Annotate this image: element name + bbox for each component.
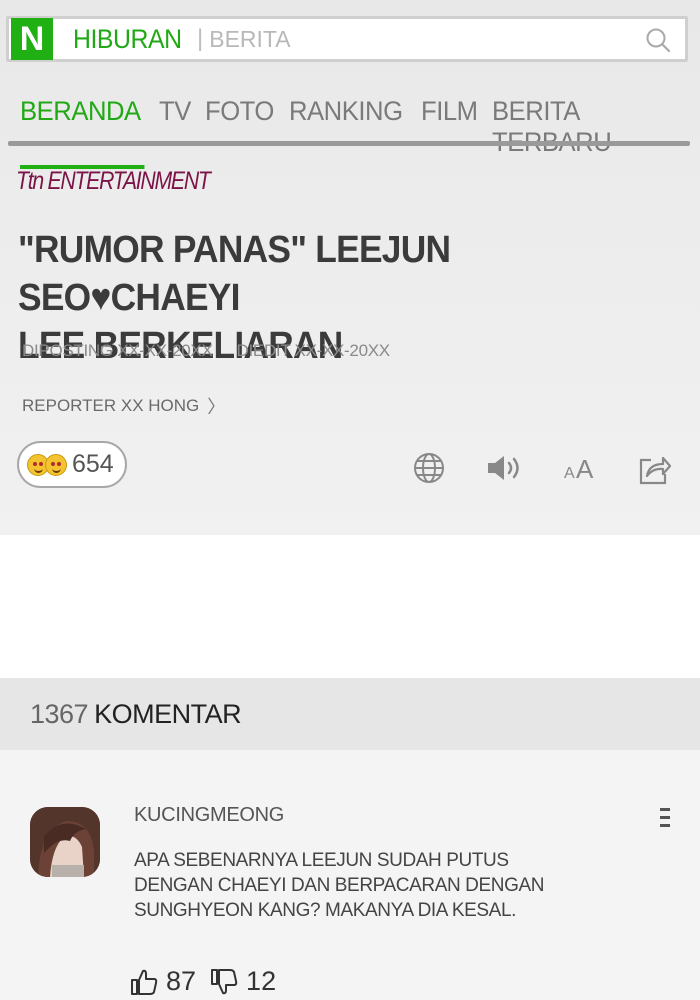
like-count: 87 (166, 966, 197, 996)
globe-icon[interactable] (413, 452, 445, 484)
posted-date: DIPOSTING XX-XX-20XX (22, 341, 213, 360)
edited-date: DIEDIT XX-XX-20XX (236, 341, 391, 360)
nav-divider (8, 141, 690, 146)
section-label[interactable]: BERITA (209, 26, 290, 53)
comment-count: 1367 (30, 698, 89, 729)
tab-tv[interactable]: TV (159, 96, 191, 168)
search-bar[interactable]: N HIBURAN | BERITA (6, 16, 688, 62)
tab-ranking[interactable]: RANKING (289, 96, 403, 168)
comment-username[interactable]: KUCINGMEONG (134, 804, 284, 827)
comment-line-1: APA SEBENARNYA LEEJUN SUDAH PUTUS (134, 850, 509, 871)
logo[interactable]: N (11, 18, 53, 60)
thumbs-up-icon[interactable] (130, 968, 158, 996)
comment-list: KUCINGMEONG APA SEBENARNYA LEEJUN SUDAH … (0, 750, 700, 1000)
more-options-icon[interactable] (660, 808, 670, 832)
article-header-area: N HIBURAN | BERITA BERANDA TV FOTO RANKI… (0, 0, 700, 535)
thumbs-down-icon[interactable] (210, 968, 238, 996)
share-icon[interactable] (638, 452, 672, 486)
reporter-name: REPORTER XX HONG (22, 396, 200, 415)
divider: | (197, 25, 204, 52)
svg-text:A: A (576, 454, 594, 484)
reporter-link[interactable]: REPORTER XX HONG 〉 (22, 393, 225, 419)
article-actions: A A (0, 452, 700, 492)
comment-votes: 87 12 (130, 966, 290, 997)
comment-text: APA SEBENARNYA LEEJUN SUDAH PUTUS DENGAN… (134, 848, 604, 923)
category-nav: BERANDA TV FOTO RANKING FILM BERITA TERB… (20, 96, 700, 169)
user-avatar-image (30, 807, 100, 877)
comment-line-2: DENGAN CHAEYI DAN BERPACARAN DENGAN (134, 875, 545, 896)
tab-film[interactable]: FILM (421, 96, 478, 168)
tab-foto[interactable]: FOTO (205, 96, 274, 168)
avatar[interactable] (30, 807, 100, 877)
outlet-name[interactable]: Ttn ENTERTAINMENT (16, 167, 211, 196)
tab-beranda[interactable]: BERANDA (20, 96, 145, 169)
search-icon[interactable] (645, 27, 671, 53)
svg-text:A: A (564, 465, 575, 482)
comment-line-3: SUNGHYEON KANG? MAKANYA DIA KESAL. (134, 900, 517, 921)
content-area (0, 535, 700, 678)
chevron-right-icon: 〉 (207, 397, 226, 417)
tab-berita-terbaru[interactable]: BERITA TERBARU (492, 96, 689, 168)
font-size-icon[interactable]: A A (563, 452, 597, 484)
speaker-icon[interactable] (486, 452, 524, 484)
headline-line-1: "RUMOR PANAS" LEEJUN SEO♥CHAEYI (18, 229, 451, 319)
comments-label: KOMENTAR (94, 698, 242, 729)
dislike-count: 12 (246, 966, 277, 996)
comments-header: 1367 KOMENTAR (0, 678, 700, 750)
article-dates: DIPOSTING XX-XX-20XX DIEDIT XX-XX-20XX (22, 341, 390, 361)
brand-label[interactable]: HIBURAN (73, 24, 182, 55)
